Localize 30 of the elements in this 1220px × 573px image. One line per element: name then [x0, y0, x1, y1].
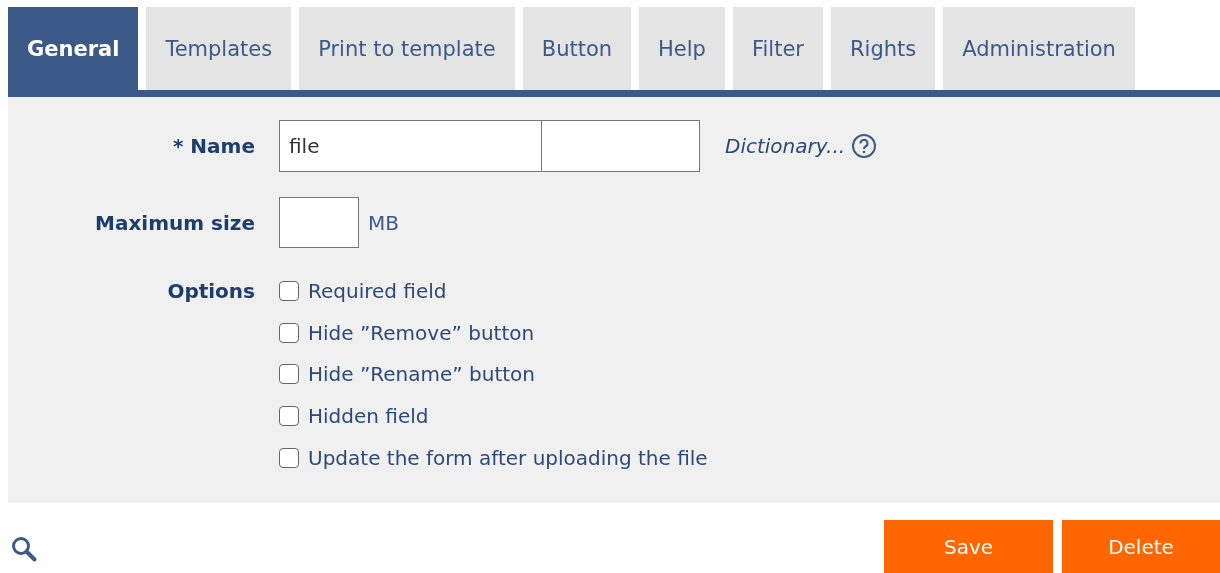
field-label: * Name	[171, 134, 255, 158]
option-label: Hide ”Remove” button	[308, 320, 535, 345]
tab[interactable]: General	[8, 7, 139, 90]
unit-label: MB	[368, 210, 399, 235]
tab[interactable]: Rights	[830, 7, 936, 90]
action-button[interactable]: Delete	[1062, 520, 1220, 573]
option-label: Hide ”Rename” button	[308, 362, 536, 387]
name-field[interactable]	[542, 120, 700, 172]
checkbox[interactable]	[279, 281, 299, 301]
option-label: Required field	[308, 279, 447, 303]
action-button[interactable]: Save	[884, 520, 1053, 573]
help-icon[interactable]	[851, 133, 878, 159]
tab[interactable]: Templates	[146, 7, 292, 90]
checkbox[interactable]	[279, 406, 299, 427]
search-icon[interactable]	[10, 535, 38, 563]
option-label: Update the form after uploading the file	[308, 445, 708, 470]
option-label: Hidden field	[308, 404, 429, 429]
name-field[interactable]: file	[279, 120, 542, 172]
field-label: Maximum size	[94, 210, 255, 235]
size-field[interactable]	[279, 197, 359, 248]
tab[interactable]: Filter	[732, 7, 823, 90]
tab[interactable]: Administration	[943, 7, 1135, 90]
dictionary-link[interactable]: Dictionary...	[725, 134, 846, 158]
checkbox[interactable]	[279, 364, 299, 385]
field-label: Options	[166, 278, 255, 305]
tab[interactable]: Help	[639, 7, 725, 90]
tab[interactable]: Print to template	[299, 7, 515, 90]
checkbox[interactable]	[279, 447, 299, 468]
checkbox[interactable]	[279, 322, 299, 343]
tab[interactable]: Button	[522, 7, 632, 90]
